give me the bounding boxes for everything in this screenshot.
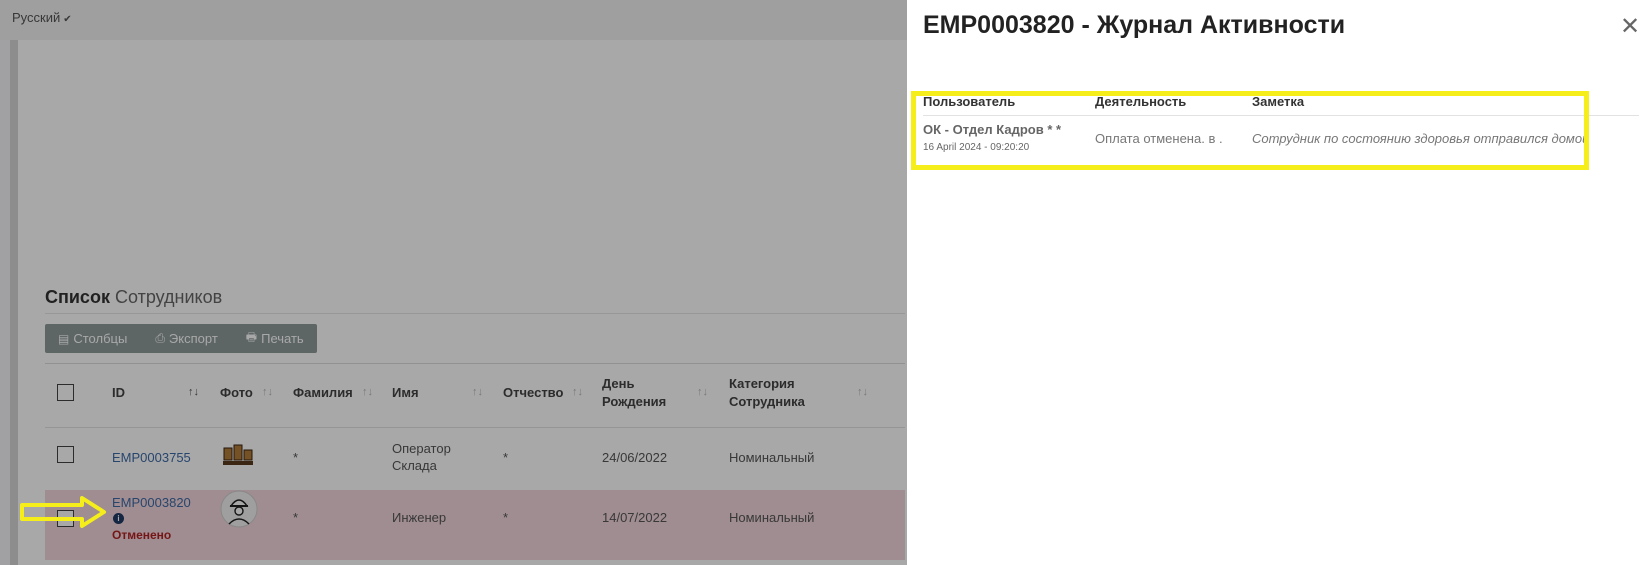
activity-log-drawer: EMP0003820 - Журнал Активности ✕ Пользов… xyxy=(907,0,1647,565)
annotation-arrow-icon xyxy=(20,496,106,528)
annotation-highlight-box xyxy=(911,91,1589,170)
close-icon[interactable]: ✕ xyxy=(1620,12,1640,41)
drawer-title: EMP0003820 - Журнал Активности xyxy=(923,11,1346,39)
modal-backdrop[interactable] xyxy=(0,0,907,565)
